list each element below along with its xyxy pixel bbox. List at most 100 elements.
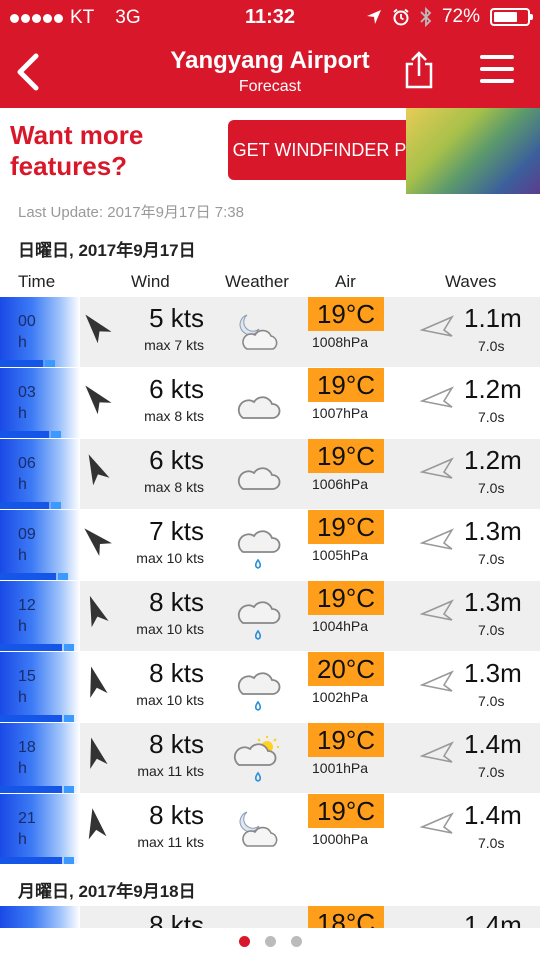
wind-gust: max 8 kts xyxy=(144,479,204,495)
forecast-row[interactable]: 21 h 8 kts max 11 kts 19°C 1000hPa 1.4m … xyxy=(0,794,540,864)
hour-unit: h xyxy=(18,760,27,777)
wind-gust: max 10 kts xyxy=(136,621,204,637)
hamburger-menu-icon[interactable] xyxy=(480,55,516,85)
time-block xyxy=(0,581,80,651)
forecast-row[interactable]: 12 h 8 kts max 10 kts 19°C 1004hPa 1.3m … xyxy=(0,581,540,651)
wind-direction-arrow-icon xyxy=(85,314,112,343)
wave-direction-arrow-icon xyxy=(420,741,454,763)
wind-speed-bar xyxy=(0,573,56,580)
forecast-row[interactable]: 06 h 6 kts max 8 kts 19°C 1006hPa 1.2m 7… xyxy=(0,439,540,509)
air-temperature: 20°C xyxy=(308,652,384,686)
page-dot[interactable] xyxy=(290,936,302,947)
time-block xyxy=(0,794,80,864)
gust-bar xyxy=(64,715,74,722)
wind-speed-bar xyxy=(0,715,62,722)
wind-gust: max 8 kts xyxy=(144,408,204,424)
forecast-hour: 09 xyxy=(18,526,36,543)
gust-bar xyxy=(64,857,74,864)
upgrade-banner[interactable]: Want more features? GET WINDFINDER PRO xyxy=(0,108,540,194)
cloudy-rain-icon xyxy=(233,664,283,714)
wave-period: 7.0s xyxy=(478,480,505,496)
air-pressure: 1002hPa xyxy=(312,689,369,705)
wind-speed: 8 kts xyxy=(149,800,204,830)
gust-bar xyxy=(64,786,74,793)
wave-period: 7.0s xyxy=(478,409,505,425)
wave-direction-arrow-icon xyxy=(420,528,454,550)
gust-bar xyxy=(51,431,61,438)
alarm-icon xyxy=(393,8,409,26)
wind-direction-arrow-icon xyxy=(89,595,109,627)
page-indicator[interactable] xyxy=(0,936,540,947)
air-pressure: 1000hPa xyxy=(312,831,369,847)
wave-direction-arrow-icon xyxy=(420,457,454,479)
cloudy-rain-icon xyxy=(233,593,283,643)
wave-direction-arrow-icon xyxy=(420,599,454,621)
wind-map-thumbnail xyxy=(406,108,540,194)
wind-direction-arrow-icon xyxy=(88,808,107,840)
wind-direction-arrow-icon xyxy=(85,385,112,414)
wind-gust: max 7 kts xyxy=(144,337,204,353)
page-dot[interactable] xyxy=(238,936,250,947)
forecast-hour: 21 xyxy=(18,810,36,827)
column-header-air: Air xyxy=(335,272,356,291)
wave-height: 1.3m xyxy=(464,516,522,546)
time-block xyxy=(0,439,80,509)
page-subtitle: Forecast xyxy=(238,78,302,95)
wind-gust: max 10 kts xyxy=(136,692,204,708)
battery-percent: 72% xyxy=(441,6,480,27)
forecast-row[interactable]: 03 h 6 kts max 8 kts 19°C 1007hPa 1.2m 7… xyxy=(0,368,540,438)
wave-height: 1.2m xyxy=(464,374,522,404)
wave-height: 1.2m xyxy=(464,445,522,475)
forecast-row-partial[interactable]: 8 kts 18°C 1.4m xyxy=(0,906,540,928)
wave-height: 1.3m xyxy=(464,658,522,688)
wind-speed: 8 kts xyxy=(149,910,204,928)
air-temperature: 19°C xyxy=(308,368,384,402)
hour-unit: h xyxy=(18,547,27,564)
location-icon xyxy=(366,10,381,24)
hour-unit: h xyxy=(18,476,27,493)
time-block xyxy=(0,652,80,722)
column-header-weather: Weather xyxy=(225,272,289,291)
wind-speed-bar xyxy=(0,786,62,793)
column-header-time: Time xyxy=(18,272,56,291)
forecast-hour: 18 xyxy=(18,739,36,756)
wind-speed: 5 kts xyxy=(149,303,204,333)
air-temperature: 19°C xyxy=(308,723,384,757)
forecast-row[interactable]: 00 h 5 kts max 7 kts 19°C 1008hPa 1.1m 7… xyxy=(0,297,540,367)
forecast-hour: 00 xyxy=(18,313,36,330)
hour-unit: h xyxy=(18,334,27,351)
share-icon[interactable] xyxy=(402,50,436,90)
forecast-row[interactable]: 09 h 7 kts max 10 kts 19°C 1005hPa 1.3m … xyxy=(0,510,540,580)
top-bar: KT 3G 11:32 72% Yangyang Airport Forecas… xyxy=(0,0,540,108)
wind-speed: 6 kts xyxy=(149,445,204,475)
bluetooth-icon xyxy=(420,7,432,27)
air-pressure: 1004hPa xyxy=(312,618,369,634)
wave-height: 1.4m xyxy=(464,800,522,830)
forecast-hour: 06 xyxy=(18,455,36,472)
gust-bar xyxy=(51,502,61,509)
page-dot[interactable] xyxy=(264,936,276,947)
gust-bar xyxy=(44,360,55,367)
day-header: 日曜日, 2017年9月17日 xyxy=(18,241,196,260)
battery-icon xyxy=(490,8,533,26)
status-bar: KT 3G 11:32 72% xyxy=(0,0,540,36)
wave-direction-arrow-icon xyxy=(420,386,454,408)
wave-direction-arrow-icon xyxy=(420,812,454,834)
time-block xyxy=(0,297,80,367)
wave-period: 7.0s xyxy=(478,764,505,780)
wind-speed-bar xyxy=(0,644,62,651)
windfinder-pro-button-label: GET WINDFINDER PRO xyxy=(232,139,434,160)
banner-headline: Want more features? xyxy=(10,120,144,181)
air-pressure: 1005hPa xyxy=(312,547,369,563)
wind-gust: max 11 kts xyxy=(137,763,204,779)
column-header-wind: Wind xyxy=(131,272,170,291)
forecast-row[interactable]: 18 h 8 kts max 11 kts 19°C 1001hPa 1.4m … xyxy=(0,723,540,793)
air-temperature: 19°C xyxy=(308,439,384,473)
gust-bar xyxy=(64,644,74,651)
time-block xyxy=(0,510,80,580)
cloudy-icon xyxy=(233,451,283,501)
day-header: 月曜日, 2017年9月18日 xyxy=(18,882,196,901)
forecast-row[interactable]: 15 h 8 kts max 10 kts 20°C 1002hPa 1.3m … xyxy=(0,652,540,722)
forecast-hour: 03 xyxy=(18,384,36,401)
air-temperature: 18°C xyxy=(308,906,384,928)
